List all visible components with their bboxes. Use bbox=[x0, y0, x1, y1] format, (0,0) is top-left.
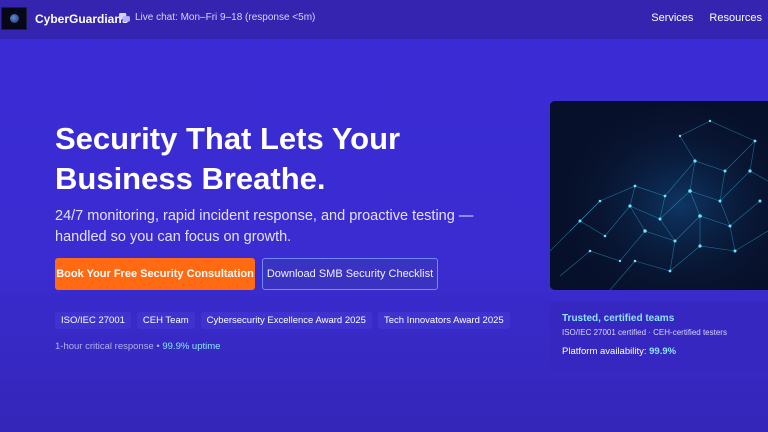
download-checklist-button[interactable]: Download SMB Security Checklist bbox=[262, 258, 438, 290]
hero-subtitle: 24/7 monitoring, rapid incident response… bbox=[55, 208, 474, 245]
live-chat-text: Live chat: Mon–Fri 9–18 (response <5m) bbox=[135, 12, 316, 23]
certification-badges: ISO/IEC 27001 CEH Team Cybersecurity Exc… bbox=[55, 312, 510, 329]
badge-excellence-award: Cybersecurity Excellence Award 2025 bbox=[200, 312, 372, 329]
network-mesh-graphic bbox=[550, 101, 768, 290]
trust-certifications: ISO/IEC 27001 certified · CEH-certified … bbox=[562, 328, 727, 337]
platform-availability: Platform availability: 99.9% bbox=[562, 346, 756, 357]
live-chat-info[interactable]: Live chat: Mon–Fri 9–18 (response <5m) bbox=[119, 12, 315, 23]
main-nav: Services Resources bbox=[651, 12, 762, 24]
response-text: 1-hour critical response bbox=[55, 341, 154, 352]
nav-link-resources[interactable]: Resources bbox=[709, 12, 762, 24]
availability-label: Platform availability: bbox=[562, 346, 650, 357]
top-navigation-bar: CyberGuardians Live chat: Mon–Fri 9–18 (… bbox=[0, 0, 768, 39]
availability-value: 99.9% bbox=[649, 346, 677, 357]
badge-innovators-award: Tech Innovators Award 2025 bbox=[377, 312, 510, 329]
nav-link-services[interactable]: Services bbox=[651, 12, 693, 24]
badge-iso: ISO/IEC 27001 bbox=[55, 312, 131, 329]
trust-title: Trusted, certified teams bbox=[562, 313, 675, 324]
response-uptime-line: 1-hour critical response • 99.9% uptime bbox=[55, 341, 220, 352]
uptime-text: 99.9% uptime bbox=[162, 341, 221, 352]
hero-title: Security That Lets Your Business Breathe… bbox=[55, 121, 401, 196]
badge-ceh: CEH Team bbox=[136, 312, 195, 329]
brand-name[interactable]: CyberGuardians bbox=[35, 12, 128, 26]
network-visual-image bbox=[550, 101, 768, 290]
trust-card: Trusted, certified teams ISO/IEC 27001 c… bbox=[550, 302, 768, 371]
chat-bubbles-icon bbox=[119, 12, 130, 22]
globe-logo-icon[interactable] bbox=[1, 7, 27, 30]
book-consultation-button[interactable]: Book Your Free Security Consultation bbox=[55, 258, 255, 290]
